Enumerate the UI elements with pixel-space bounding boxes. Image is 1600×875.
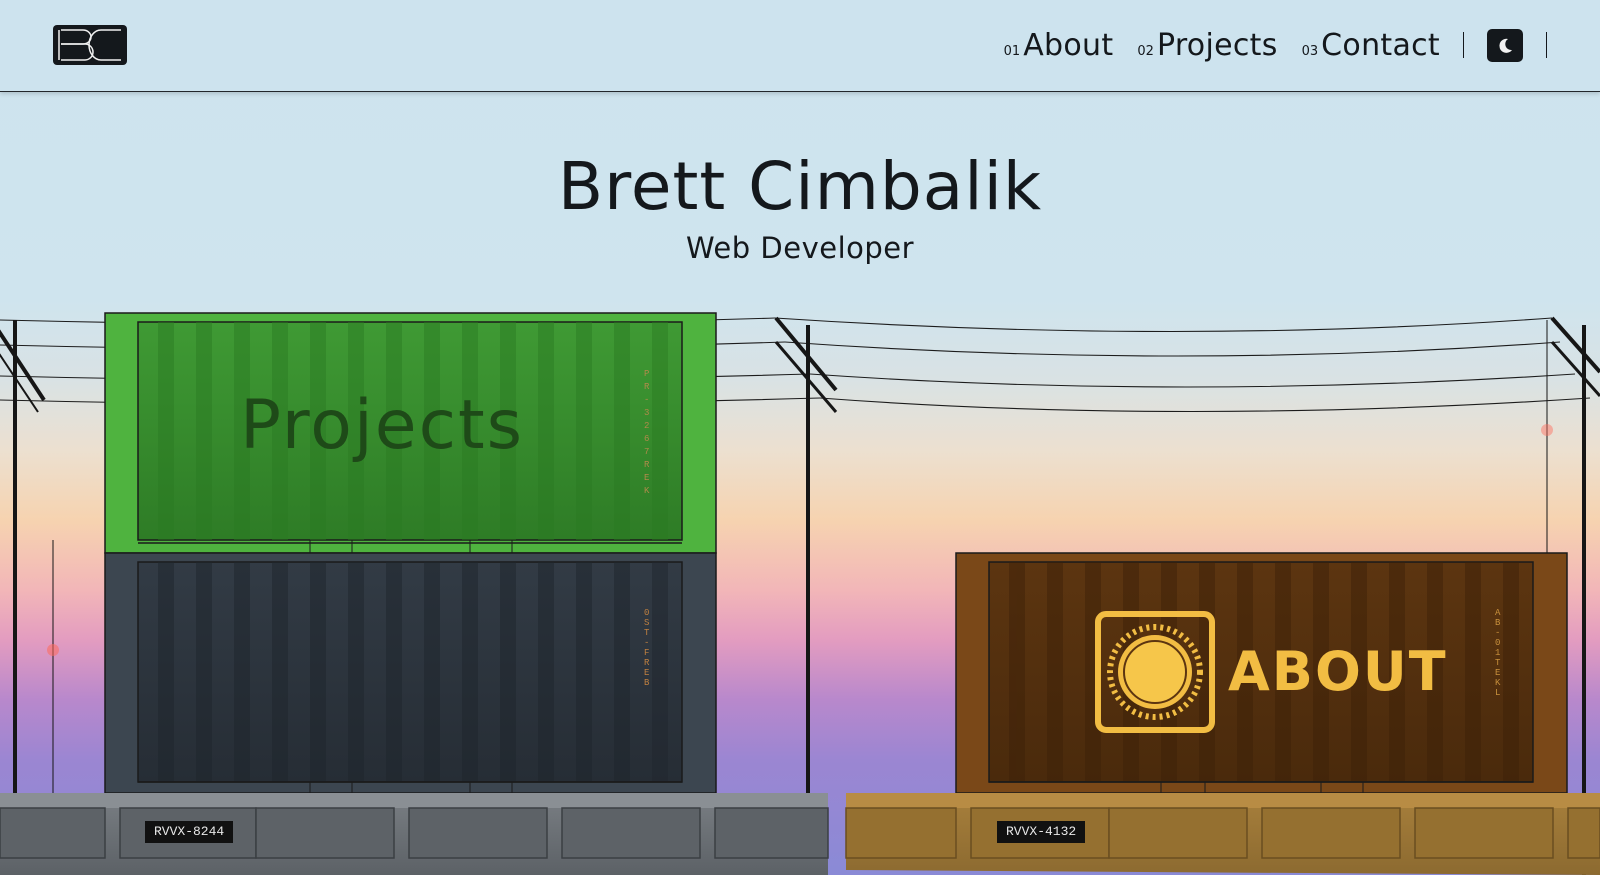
utility-pole-middle [774,316,838,875]
signal-light [47,644,59,656]
utility-pole-left [0,320,54,875]
theme-toggle-button[interactable] [1487,29,1523,62]
nav-link-contact[interactable]: 03 Contact [1302,28,1440,63]
railcar-grey [0,793,829,875]
dark-container-code: 0ST-F REB [644,608,650,688]
hero-name: Brett Cimbalik [557,148,1043,225]
projects-container-code: PR-3267 REK [644,369,650,496]
nav-number: 02 [1137,44,1154,59]
logo-mark-icon [58,29,121,61]
railcar-gold [845,793,1600,875]
railcar-plate-right: RVVX-4132 [997,821,1086,843]
signal-light [1541,424,1553,436]
about-container-code: AB-01T EKL [1495,608,1501,698]
nav-number: 01 [1003,44,1021,59]
nav-label: Contact [1321,28,1440,63]
dark-container [104,552,717,794]
projects-container-label[interactable]: Projects [240,386,580,465]
nav-divider [1463,32,1464,58]
nav-label: Projects [1156,28,1278,63]
hero-role: Web Developer [685,231,915,265]
moon-icon [1499,38,1512,53]
top-navbar: 01 About 02 Projects 03 Contact [0,0,1600,92]
nav-number: 03 [1301,44,1319,59]
nav-label: About [1023,28,1114,63]
nav-divider [1546,32,1547,58]
railcar-plate-left: RVVX-8244 [145,821,234,843]
about-container-label[interactable]: ABOUT [1228,640,1448,703]
nav-link-about[interactable]: 01 About [1004,28,1114,63]
main-nav: 01 About 02 Projects 03 Contact [1004,28,1440,63]
nav-link-projects[interactable]: 02 Projects [1137,28,1277,63]
logo-bc[interactable] [53,25,127,65]
